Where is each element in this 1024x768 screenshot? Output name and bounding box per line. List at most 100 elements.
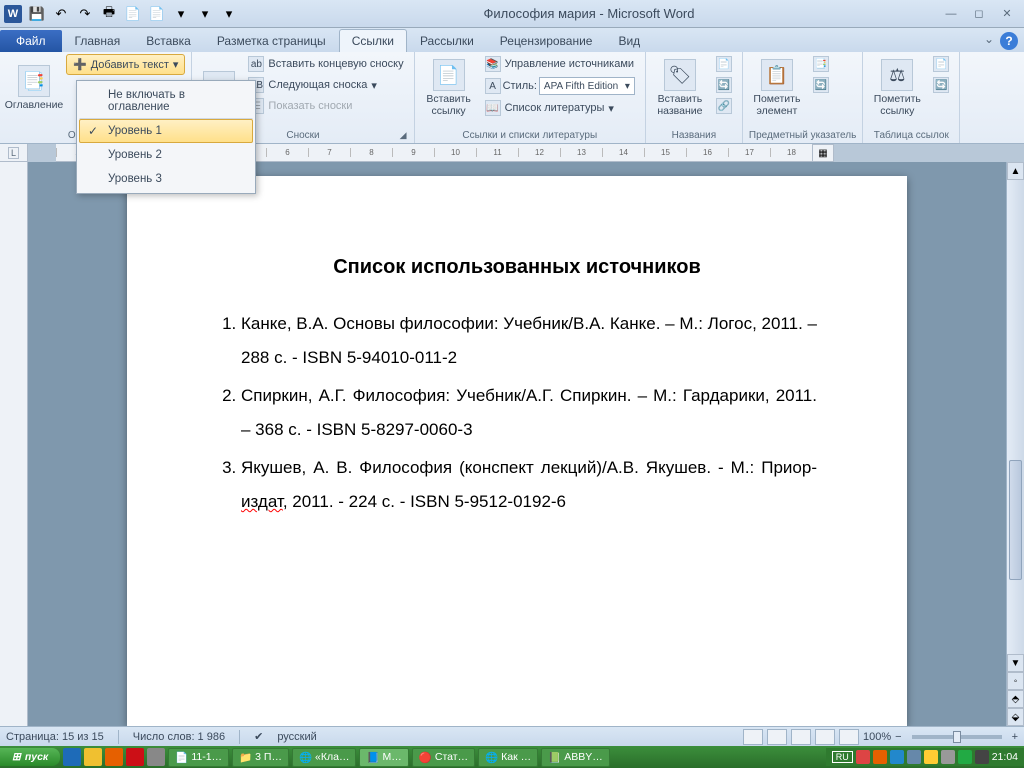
tab-рецензирование[interactable]: Рецензирование (487, 29, 606, 52)
tray-icon[interactable] (907, 750, 921, 764)
language-status[interactable]: русский (277, 731, 316, 743)
tray-icon[interactable] (856, 750, 870, 764)
ruler-toggle-icon[interactable]: ▦ (812, 144, 834, 162)
quick-print-icon[interactable]: 📄 (122, 3, 144, 25)
scroll-thumb[interactable] (1009, 460, 1022, 580)
ribbon-minimize-icon[interactable]: ⌄ (984, 32, 994, 50)
dialog-launcher-icon[interactable]: ◢ (400, 130, 412, 142)
clock[interactable]: 21:04 (992, 751, 1018, 763)
qat-customize-icon[interactable]: ▾ (218, 3, 240, 25)
add-text-button[interactable]: ➕ Добавить текст ▾ (66, 54, 185, 75)
vertical-ruler[interactable] (0, 162, 28, 726)
caption-sub3[interactable]: 🔗 (712, 96, 736, 116)
tab-ссылки[interactable]: Ссылки (339, 29, 407, 52)
new-doc-icon[interactable]: 📄 (146, 3, 168, 25)
draft-view-icon[interactable] (839, 729, 859, 745)
tray-icon[interactable] (890, 750, 904, 764)
taskbar-item[interactable]: 🌐«Кла… (292, 748, 357, 767)
next-footnote-button[interactable]: ABСледующая сноска ▾ (244, 75, 407, 95)
zoom-slider[interactable] (912, 735, 1002, 739)
redo-icon[interactable]: ↷ (74, 3, 96, 25)
vertical-scrollbar[interactable]: ▲ ▼ ◦ ⬘ ⬙ (1006, 162, 1024, 726)
dropdown-item-level-2[interactable]: Уровень 2 (79, 143, 253, 167)
taskbar-item[interactable]: 📗ABBY… (541, 748, 610, 767)
undo-icon[interactable]: ↶ (50, 3, 72, 25)
minimize-button[interactable]: — (938, 5, 964, 23)
lang-indicator[interactable]: RU (832, 751, 853, 763)
taskbar-item[interactable]: 🌐Как … (478, 748, 538, 767)
dropdown-item-level-1[interactable]: ✓Уровень 1 (79, 119, 253, 143)
reference-item[interactable]: Спиркин, А.Г. Философия: Учебник/А.Г. Сп… (241, 379, 817, 447)
save-icon[interactable]: 💾 (26, 3, 48, 25)
dropdown-item-level-0[interactable]: Не включать в оглавление (79, 83, 253, 119)
fullscreen-view-icon[interactable] (767, 729, 787, 745)
taskbar-item[interactable]: 🔴Стат… (412, 748, 475, 767)
close-button[interactable]: ✕ (994, 5, 1020, 23)
tray-icon[interactable] (924, 750, 938, 764)
firefox-icon[interactable] (105, 748, 123, 766)
outline-view-icon[interactable] (815, 729, 835, 745)
tray-icon[interactable] (873, 750, 887, 764)
word-count-status[interactable]: Число слов: 1 986 (133, 731, 225, 743)
next-page-icon[interactable]: ⬙ (1007, 708, 1024, 726)
mark-citation-button[interactable]: ⚖ Пометить ссылку (869, 54, 925, 122)
help-icon[interactable]: ? (1000, 32, 1018, 50)
maximize-button[interactable]: ◻ (966, 5, 992, 23)
tray-icon[interactable] (958, 750, 972, 764)
object-browse-icon[interactable]: ◦ (1007, 672, 1024, 690)
dropdown-item-level-3[interactable]: Уровень 3 (79, 167, 253, 191)
qat-item-icon[interactable]: ▾ (194, 3, 216, 25)
scroll-track[interactable] (1007, 180, 1024, 654)
taskbar-item[interactable]: 📁3 П… (232, 748, 289, 767)
caption-sub1[interactable]: 📄 (712, 54, 736, 74)
reference-list: Канке, В.А. Основы философии: Учебник/В.… (217, 307, 817, 519)
citation-style-combo[interactable]: APA Fifth Edition▾ (539, 77, 635, 95)
mark-entry-button[interactable]: 📋 Пометить элемент (749, 54, 805, 122)
start-button[interactable]: ⊞ пуск (0, 748, 60, 766)
toc-button[interactable]: 📑 Оглавление (6, 54, 62, 122)
tab-главная[interactable]: Главная (62, 29, 134, 52)
bibliography-button[interactable]: 📖Список литературы ▾ (481, 98, 639, 118)
insert-endnote-button[interactable]: abВставить концевую сноску (244, 54, 407, 74)
page[interactable]: Список использованных источников Канке, … (127, 176, 907, 726)
tab-рассылки[interactable]: Рассылки (407, 29, 487, 52)
ruler-corner-icon[interactable]: L (8, 147, 19, 159)
taskbar-item[interactable]: 📘M… (359, 748, 408, 767)
print-icon[interactable]: 🖶 (98, 3, 120, 25)
tray-icon[interactable] (975, 750, 989, 764)
page-status[interactable]: Страница: 15 из 15 (6, 731, 104, 743)
tab-разметка страницы[interactable]: Разметка страницы (204, 29, 339, 52)
proofing-icon[interactable]: ✔ (254, 730, 263, 743)
opera-icon[interactable] (126, 748, 144, 766)
tab-вид[interactable]: Вид (605, 29, 653, 52)
index-sub2[interactable]: 🔄 (809, 75, 833, 95)
desktop-icon[interactable] (147, 748, 165, 766)
qat-item-icon[interactable]: ▾ (170, 3, 192, 25)
scroll-up-icon[interactable]: ▲ (1007, 162, 1024, 180)
print-layout-view-icon[interactable] (743, 729, 763, 745)
toa-sub2[interactable]: 🔄 (929, 75, 953, 95)
manage-sources-button[interactable]: 📚Управление источниками (481, 54, 639, 74)
caption-sub2[interactable]: 🔄 (712, 75, 736, 95)
zoom-knob[interactable] (953, 731, 961, 743)
tray-icon[interactable] (941, 750, 955, 764)
zoom-level[interactable]: 100% (863, 731, 891, 743)
insert-citation-button[interactable]: 📄 Вставить ссылку (421, 54, 477, 122)
file-tab[interactable]: Файл (0, 30, 62, 52)
zoom-in-icon[interactable]: + (1012, 731, 1018, 743)
zoom-out-icon[interactable]: − (895, 731, 901, 743)
toa-sub1[interactable]: 📄 (929, 54, 953, 74)
ie-icon[interactable] (63, 748, 81, 766)
reference-item[interactable]: Канке, В.А. Основы философии: Учебник/В.… (241, 307, 817, 375)
reference-item[interactable]: Якушев, А. В. Философия (конспект лекций… (241, 451, 817, 519)
insert-caption-button[interactable]: 🏷 Вставить название (652, 54, 708, 122)
scroll-down-icon[interactable]: ▼ (1007, 654, 1024, 672)
tab-вставка[interactable]: Вставка (133, 29, 204, 52)
label: Показать сноски (268, 100, 352, 112)
prev-page-icon[interactable]: ⬘ (1007, 690, 1024, 708)
document-viewport[interactable]: Список использованных источников Канке, … (28, 162, 1006, 726)
index-sub1[interactable]: 📑 (809, 54, 833, 74)
taskbar-item[interactable]: 📄11-1… (168, 748, 229, 767)
explorer-icon[interactable] (84, 748, 102, 766)
web-view-icon[interactable] (791, 729, 811, 745)
